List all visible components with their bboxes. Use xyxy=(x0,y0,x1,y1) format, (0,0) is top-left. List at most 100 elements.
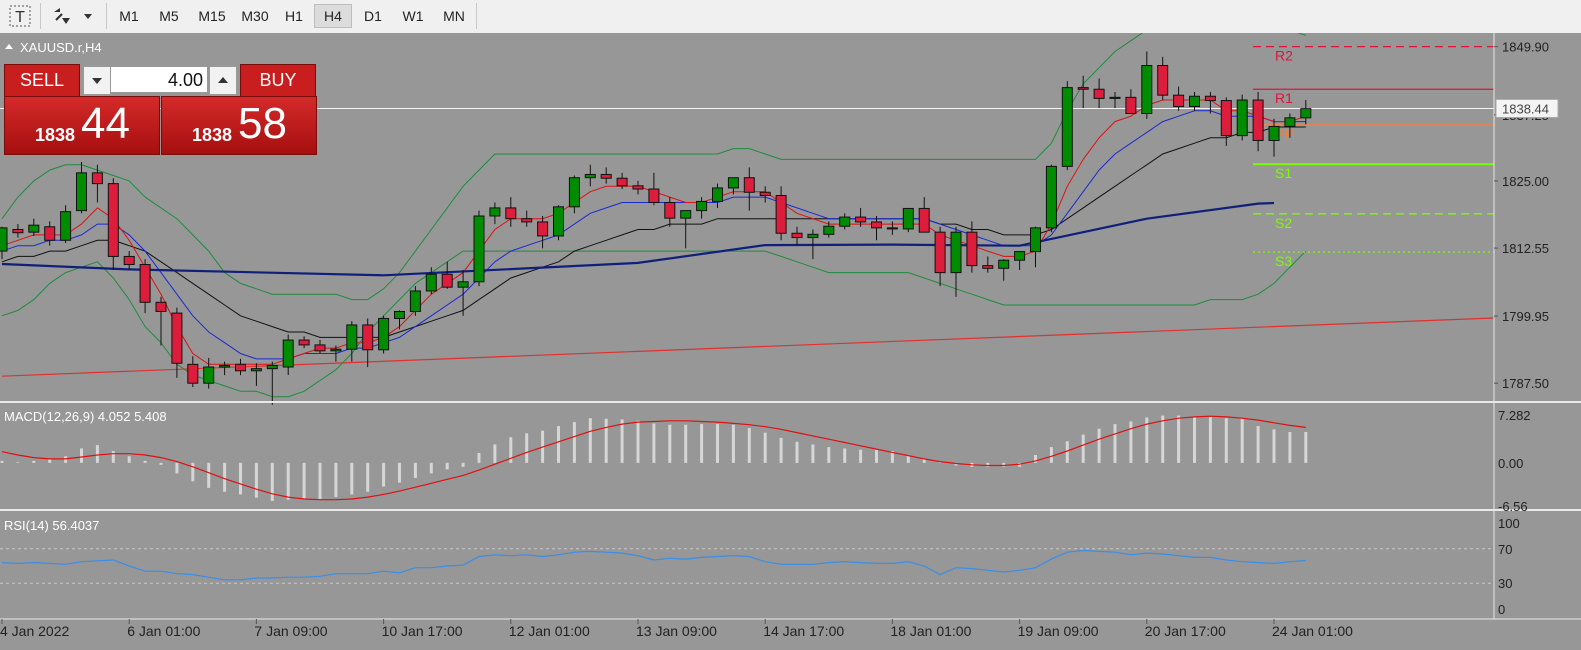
candle xyxy=(1061,87,1073,167)
candle xyxy=(1204,95,1216,102)
candle xyxy=(568,177,580,208)
rsi-title: RSI(14) 56.4037 xyxy=(4,518,99,533)
time-tick-label: 14 Jan 17:00 xyxy=(763,623,844,639)
candle xyxy=(521,218,533,223)
buy-price-big: 1838 xyxy=(192,125,233,145)
candle xyxy=(648,188,660,204)
volume-decrease-button[interactable] xyxy=(83,66,111,95)
buy-button[interactable]: BUY xyxy=(240,64,316,97)
candle xyxy=(1109,96,1121,99)
candle xyxy=(12,228,24,234)
candle xyxy=(934,231,946,274)
candle xyxy=(1093,88,1105,99)
volume-increase-button[interactable] xyxy=(209,66,237,95)
pivot-label-s3: S3 xyxy=(1275,253,1292,269)
timeframe-h4-button[interactable]: H4 xyxy=(314,4,352,28)
candle xyxy=(998,259,1010,269)
volume-input[interactable]: 4.00 xyxy=(110,66,208,93)
time-tick-label: 13 Jan 09:00 xyxy=(636,623,717,639)
sell-button[interactable]: SELL xyxy=(4,64,80,97)
chevron-down-icon[interactable] xyxy=(80,4,96,28)
timeframe-d1-button[interactable]: D1 xyxy=(356,4,390,28)
candle xyxy=(441,273,453,288)
timeframe-m15-button[interactable]: M15 xyxy=(192,4,232,28)
candle xyxy=(1030,227,1041,253)
candle xyxy=(807,233,819,239)
candle xyxy=(1268,125,1280,141)
sell-price-box[interactable]: 1838 44 xyxy=(4,96,160,155)
price-tick-label: 1787.50 xyxy=(1502,376,1549,391)
pivot-label-r2: R2 xyxy=(1275,48,1293,64)
time-tick-label: 24 Jan 01:00 xyxy=(1272,623,1353,639)
candle xyxy=(553,206,564,237)
candle xyxy=(664,202,676,219)
timeframe-h1-button[interactable]: H1 xyxy=(278,4,310,28)
candle xyxy=(918,207,930,233)
candle xyxy=(775,194,787,234)
candle xyxy=(235,363,246,372)
candle xyxy=(584,173,596,179)
candle xyxy=(1189,95,1200,108)
candle xyxy=(330,348,342,352)
pivot-label-r1: R1 xyxy=(1275,90,1293,106)
candle xyxy=(616,177,628,187)
candle xyxy=(791,232,803,239)
candle xyxy=(505,207,517,220)
candle xyxy=(378,317,390,351)
time-tick-label: 10 Jan 17:00 xyxy=(382,623,463,639)
candle xyxy=(266,364,278,370)
trade-panel: SELL 4.00 BUY 1838 44 1838 58 xyxy=(4,64,317,155)
buy-price-box[interactable]: 1838 58 xyxy=(161,96,317,155)
candle xyxy=(473,215,485,283)
candle xyxy=(489,207,501,217)
candle xyxy=(1236,99,1248,137)
rsi-tick-label: 0 xyxy=(1498,602,1505,617)
candle xyxy=(91,172,103,185)
candle xyxy=(60,211,72,241)
timeframe-w1-button[interactable]: W1 xyxy=(396,4,430,28)
time-tick-label: 6 Jan 01:00 xyxy=(127,623,200,639)
candle xyxy=(346,324,358,350)
candle xyxy=(871,221,882,229)
candle xyxy=(855,216,867,223)
candle xyxy=(537,221,549,237)
timeframe-m30-button[interactable]: M30 xyxy=(236,4,274,28)
candle xyxy=(394,310,405,319)
toolbar: T M1 M5 M15 M30 H1 H4 D1 W1 MN xyxy=(0,0,1581,34)
candle xyxy=(139,264,151,303)
candle xyxy=(1125,96,1137,115)
objects-tool-icon[interactable] xyxy=(50,4,76,28)
candle xyxy=(886,227,898,230)
candle xyxy=(839,216,851,227)
candle xyxy=(362,324,374,351)
time-tick-label: 20 Jan 17:00 xyxy=(1145,623,1226,639)
timeframe-m1-button[interactable]: M1 xyxy=(112,4,146,28)
candle xyxy=(1252,99,1264,141)
candle xyxy=(712,187,723,202)
candle xyxy=(282,339,294,368)
macd-tick-label: 7.282 xyxy=(1498,408,1531,423)
candle xyxy=(1157,65,1169,96)
candle xyxy=(632,185,644,190)
candle xyxy=(1077,87,1089,90)
candle xyxy=(0,227,8,252)
text-tool-icon[interactable]: T xyxy=(8,4,32,28)
candle xyxy=(425,273,437,292)
rsi-tick-label: 70 xyxy=(1498,542,1512,557)
candle xyxy=(219,364,231,368)
candle xyxy=(727,177,739,189)
rsi-tick-label: 30 xyxy=(1498,576,1512,591)
timeframe-m5-button[interactable]: M5 xyxy=(152,4,186,28)
price-tick-label: 1799.95 xyxy=(1502,309,1549,324)
svg-text:T: T xyxy=(15,9,25,26)
candle xyxy=(171,312,183,364)
candle xyxy=(409,290,421,312)
candle xyxy=(155,301,167,312)
candle xyxy=(457,281,469,288)
candle xyxy=(203,366,215,384)
timeframe-mn-button[interactable]: MN xyxy=(436,4,472,28)
candle xyxy=(982,265,994,269)
time-tick-label: 7 Jan 09:00 xyxy=(254,623,327,639)
candle xyxy=(314,344,326,352)
candle xyxy=(187,363,199,384)
